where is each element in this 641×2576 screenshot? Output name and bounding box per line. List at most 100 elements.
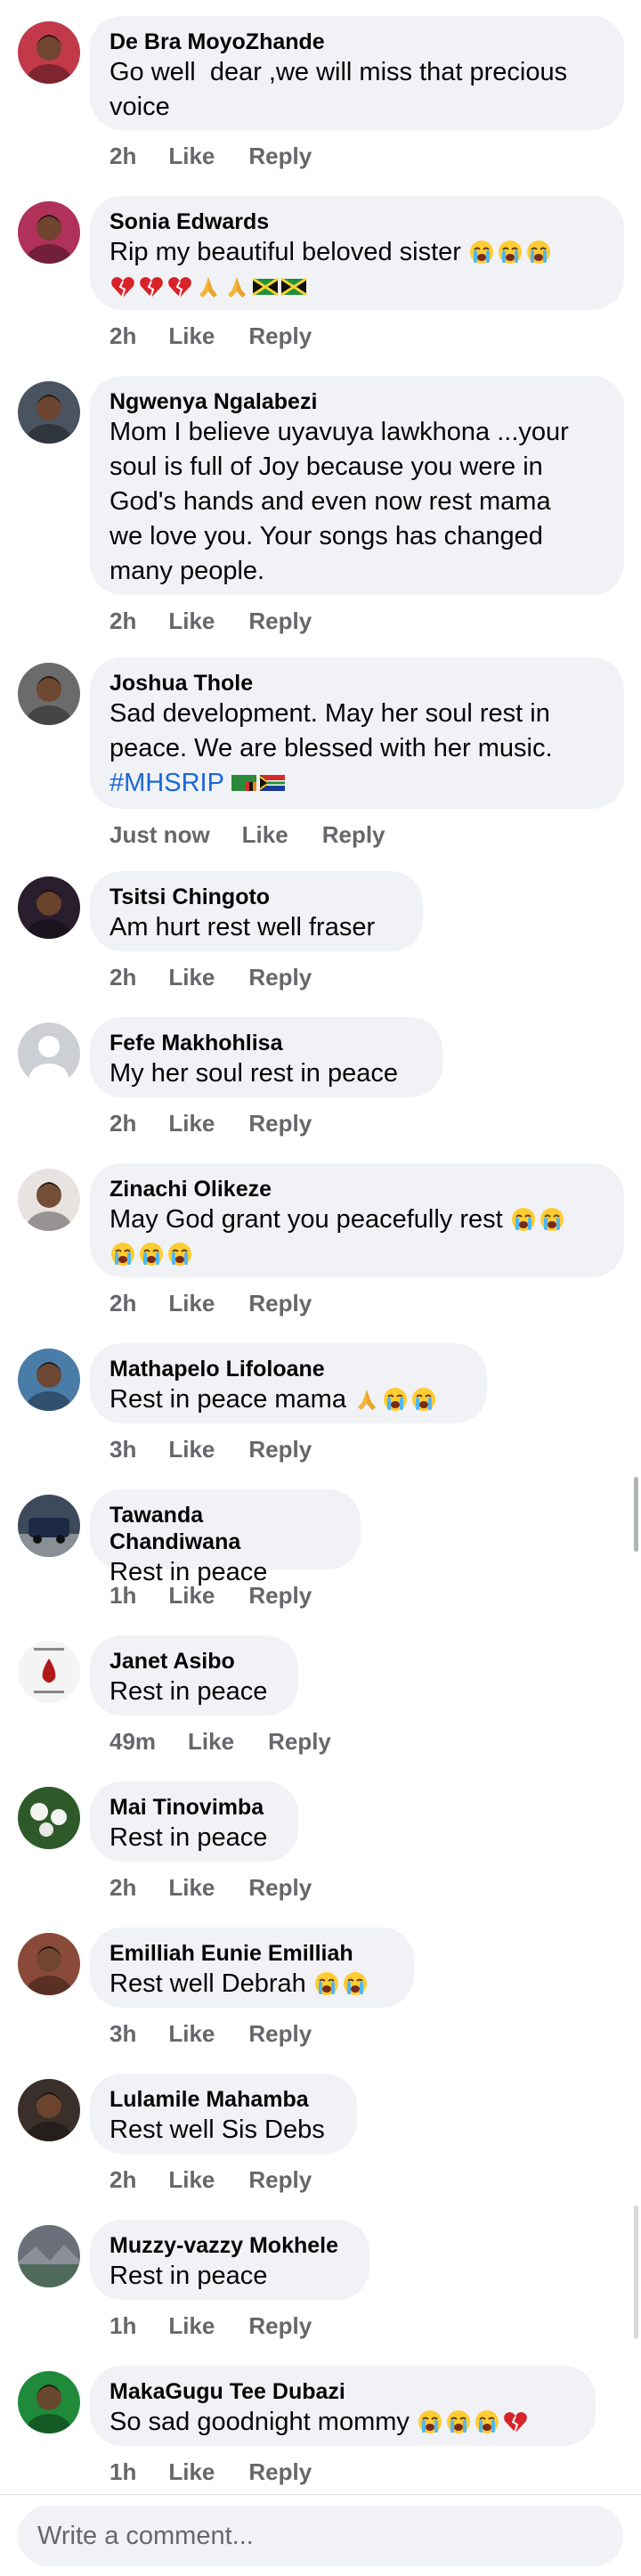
comment-timestamp[interactable]: 2h xyxy=(110,1874,136,1901)
commenter-avatar[interactable] xyxy=(18,1349,80,1411)
reply-button[interactable]: Reply xyxy=(248,2458,312,2485)
comment-timestamp[interactable]: 2h xyxy=(110,322,136,349)
comment-timestamp[interactable]: 1h xyxy=(110,1582,136,1609)
comment-text: Rest in peace xyxy=(110,1675,277,1709)
comment-timestamp[interactable]: 1h xyxy=(110,2458,136,2485)
comment-bubble[interactable]: Emilliah Eunie Emilliah Rest well Debrah xyxy=(90,1928,414,2008)
reply-button[interactable]: Reply xyxy=(248,2312,312,2339)
comment-timestamp[interactable]: 2h xyxy=(110,1110,136,1137)
comment-bubble[interactable]: Lulamile Mahamba Rest well Sis Debs xyxy=(90,2074,357,2154)
commenter-avatar[interactable] xyxy=(18,1023,80,1085)
commenter-avatar[interactable] xyxy=(18,381,80,444)
comment-author-name[interactable]: Joshua Thole xyxy=(110,670,603,697)
like-button[interactable]: Like xyxy=(168,2312,215,2339)
like-button[interactable]: Like xyxy=(168,2458,215,2485)
comment-author-name[interactable]: Muzzy-vazzy Mokhele xyxy=(110,2232,348,2259)
comment-bubble[interactable]: De Bra MoyoZhande Go well dear ,we will m… xyxy=(90,16,624,130)
like-button[interactable]: Like xyxy=(168,2166,215,2193)
commenter-avatar[interactable] xyxy=(18,1641,80,1703)
reply-button[interactable]: Reply xyxy=(248,964,312,990)
comment-bubble[interactable]: Sonia Edwards Rip my beautiful beloved si… xyxy=(90,196,624,310)
reply-button[interactable]: Reply xyxy=(248,2020,312,2047)
reply-button[interactable]: Reply xyxy=(248,322,312,349)
comment-author-name[interactable]: Ngwenya Ngalabezi xyxy=(110,388,603,415)
comment-timestamp[interactable]: 49m xyxy=(110,1728,156,1755)
comment-author-name[interactable]: Fefe Makhohlisa xyxy=(110,1030,421,1056)
comment-timestamp[interactable]: 2h xyxy=(110,143,136,169)
like-button[interactable]: Like xyxy=(168,964,215,990)
comment-author-name[interactable]: Zinachi Olikeze xyxy=(110,1176,603,1202)
comment-composer xyxy=(0,2494,641,2576)
reply-button[interactable]: Reply xyxy=(248,1110,312,1137)
comment-bubble[interactable]: Muzzy-vazzy Mokhele Rest in peace xyxy=(90,2220,369,2300)
comment-timestamp[interactable]: 3h xyxy=(110,1436,136,1463)
comment-bubble[interactable]: Tawanda Chandiwana Rest in peace xyxy=(90,1489,361,1586)
comment-author-name[interactable]: Janet Asibo xyxy=(110,1648,277,1675)
comment-bubble[interactable]: Mathapelo Lifoloane Rest in peace mama xyxy=(90,1343,487,1423)
commenter-avatar[interactable] xyxy=(18,1169,80,1231)
comment-timestamp[interactable]: 3h xyxy=(110,2020,136,2047)
like-button[interactable]: Like xyxy=(168,2020,215,2047)
like-button[interactable]: Like xyxy=(168,1110,215,1137)
comment-bubble[interactable]: Janet Asibo Rest in peace xyxy=(90,1635,298,1716)
like-button[interactable]: Like xyxy=(168,1582,215,1609)
commenter-avatar[interactable] xyxy=(18,2371,80,2433)
comment-bubble[interactable]: Ngwenya Ngalabezi Mom I believe uyavuya l… xyxy=(90,376,624,595)
reply-button[interactable]: Reply xyxy=(248,1874,312,1901)
like-button[interactable]: Like xyxy=(168,1290,215,1317)
like-button[interactable]: Like xyxy=(168,322,215,349)
comment-bubble[interactable]: Mai Tinovimba Rest in peace xyxy=(90,1781,298,1862)
broken-heart-icon xyxy=(111,277,134,298)
comment-author-name[interactable]: Lulamile Mahamba xyxy=(110,2086,336,2113)
comment-timestamp[interactable]: 2h xyxy=(110,607,136,634)
comment-author-name[interactable]: Mai Tinovimba xyxy=(110,1794,277,1821)
commenter-avatar[interactable] xyxy=(18,876,80,939)
commenter-avatar[interactable] xyxy=(18,1787,80,1849)
reply-button[interactable]: Reply xyxy=(248,1582,312,1609)
comment-author-name[interactable]: Mathapelo Lifoloane xyxy=(110,1356,466,1382)
commenter-avatar[interactable] xyxy=(18,201,80,264)
comment-bubble[interactable]: Fefe Makhohlisa My her soul rest in peace xyxy=(90,1017,442,1097)
comment-author-name[interactable]: De Bra MoyoZhande xyxy=(110,29,603,55)
broken-heart-icon xyxy=(140,277,163,298)
comment-timestamp[interactable]: 2h xyxy=(110,2166,136,2193)
reply-button[interactable]: Reply xyxy=(248,1290,312,1317)
south-africa-flag-icon xyxy=(259,775,286,791)
reply-button[interactable]: Reply xyxy=(322,821,385,848)
reply-button[interactable]: Reply xyxy=(248,607,312,634)
reply-button[interactable]: Reply xyxy=(248,2166,312,2193)
commenter-avatar[interactable] xyxy=(18,1495,80,1557)
write-comment-input[interactable] xyxy=(18,2506,623,2566)
reply-button[interactable]: Reply xyxy=(268,1728,331,1755)
comment-bubble[interactable]: Tsitsi Chingoto Am hurt rest well fraser xyxy=(90,871,423,951)
commenter-avatar[interactable] xyxy=(18,663,80,725)
comment-bubble[interactable]: Joshua Thole Sad development. May her sou… xyxy=(90,657,624,809)
comment-timestamp[interactable]: 1h xyxy=(110,2312,136,2339)
commenter-avatar[interactable] xyxy=(18,2225,80,2287)
comment-author-name[interactable]: MakaGugu Tee Dubazi xyxy=(110,2378,574,2405)
commenter-avatar[interactable] xyxy=(18,1933,80,1995)
comment-actions: 3h Like Reply xyxy=(110,1436,312,1463)
comment-author-name[interactable]: Emilliah Eunie Emilliah xyxy=(110,1940,393,1967)
comment-bubble[interactable]: Zinachi Olikeze May God grant you peacefu… xyxy=(90,1163,624,1277)
comment-timestamp[interactable]: 2h xyxy=(110,1290,136,1317)
reply-button[interactable]: Reply xyxy=(248,1436,312,1463)
comment-timestamp[interactable]: 2h xyxy=(110,964,136,990)
like-button[interactable]: Like xyxy=(188,1728,234,1755)
like-button[interactable]: Like xyxy=(242,821,288,848)
comment-author-name[interactable]: Tsitsi Chingoto xyxy=(110,884,402,910)
commenter-avatar[interactable] xyxy=(18,21,80,84)
reply-button[interactable]: Reply xyxy=(248,143,312,169)
like-button[interactable]: Like xyxy=(168,607,215,634)
comment-timestamp[interactable]: Just now xyxy=(110,821,210,848)
comment-bubble[interactable]: MakaGugu Tee Dubazi So sad goodnight momm… xyxy=(90,2366,596,2446)
like-button[interactable]: Like xyxy=(168,143,215,169)
like-button[interactable]: Like xyxy=(168,1874,215,1901)
hashtag-link[interactable]: #MHSRIP xyxy=(110,769,223,797)
commenter-avatar[interactable] xyxy=(18,2079,80,2141)
emoji-group xyxy=(346,1385,439,1414)
comment-author-name[interactable]: Tawanda Chandiwana xyxy=(110,1502,339,1555)
scrollbar-thumb[interactable] xyxy=(634,1477,638,1552)
comment-author-name[interactable]: Sonia Edwards xyxy=(110,208,603,235)
like-button[interactable]: Like xyxy=(168,1436,215,1463)
